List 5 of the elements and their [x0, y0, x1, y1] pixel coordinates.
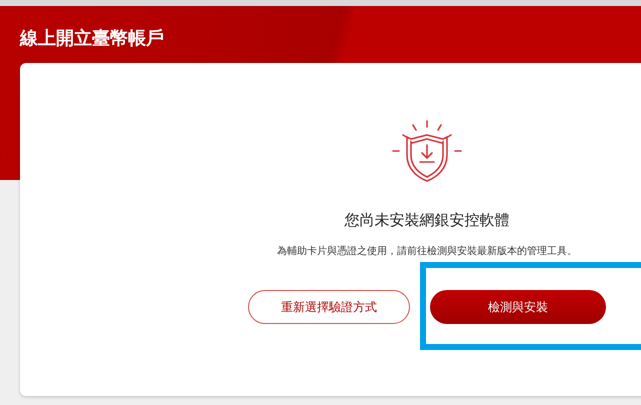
- page-title: 線上開立臺幣帳戶: [20, 27, 165, 50]
- notice-heading: 您尚未安裝網銀安控軟體: [344, 211, 510, 230]
- reselect-button[interactable]: 重新選擇驗證方式: [248, 290, 410, 324]
- notice-message: 為輔助卡片與憑證之使用，請前往檢測與安裝最新版本的管理工具。: [277, 244, 577, 258]
- install-button[interactable]: 檢測與安裝: [430, 290, 606, 324]
